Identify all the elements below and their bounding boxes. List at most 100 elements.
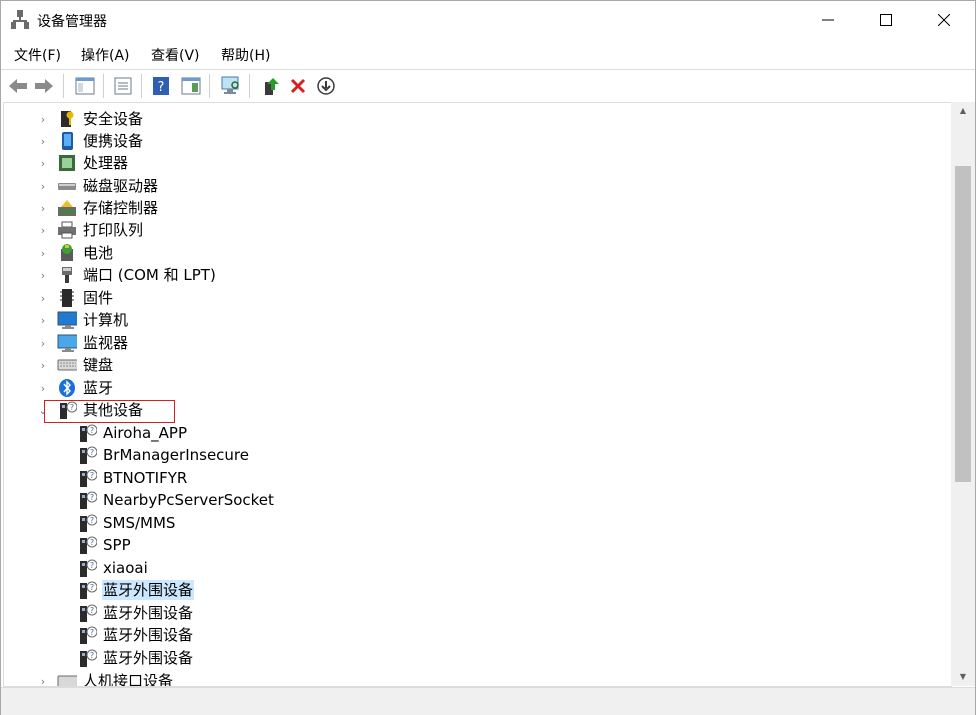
menu-file[interactable]: 文件(F) xyxy=(14,45,61,65)
forward-button[interactable] xyxy=(32,74,56,98)
tree-item-storage-controllers[interactable]: › 存储控制器 xyxy=(37,197,159,219)
tree-item-unknown-device[interactable]: ? BTNOTIFYR xyxy=(77,467,188,489)
tree-item-label: 人机接口设备 xyxy=(83,672,174,687)
chevron-right-icon[interactable]: › xyxy=(37,108,49,130)
show-hide-tree-icon xyxy=(75,77,95,95)
tree-item-label: 蓝牙外围设备 xyxy=(103,604,194,622)
tree-item-keyboards[interactable]: › 键盘 xyxy=(37,354,114,376)
chevron-right-icon[interactable]: › xyxy=(37,670,49,687)
menu-help[interactable]: 帮助(H) xyxy=(221,45,270,65)
menu-view[interactable]: 查看(V) xyxy=(151,45,200,65)
port-icon xyxy=(57,265,77,285)
svg-text:?: ? xyxy=(90,493,94,502)
close-button[interactable] xyxy=(915,1,973,39)
action-pane-icon xyxy=(181,77,201,95)
unknown-device-icon: ? xyxy=(77,580,97,600)
scan-hardware-button[interactable] xyxy=(219,74,243,98)
download-button[interactable] xyxy=(314,74,338,98)
device-manager-window: 设备管理器 文件(F) 操作(A) 查看(V) 帮助(H) ? › 安全设备 ›… xyxy=(0,0,976,715)
properties-button[interactable] xyxy=(111,74,135,98)
chevron-right-icon[interactable]: › xyxy=(37,332,49,354)
bluetooth-icon xyxy=(57,378,77,398)
tree-item-unknown-device[interactable]: ? Airoha_APP xyxy=(77,422,188,444)
scrollbar-thumb[interactable] xyxy=(955,166,971,482)
uninstall-icon xyxy=(290,78,306,94)
tree-item-unknown-device[interactable]: ? BrManagerInsecure xyxy=(77,444,250,466)
maximize-button[interactable] xyxy=(857,1,915,39)
scroll-up-arrow-icon[interactable]: ▲ xyxy=(951,102,975,118)
firmware-icon xyxy=(57,288,77,308)
menu-action[interactable]: 操作(A) xyxy=(81,45,130,65)
menu-bar: 文件(F) 操作(A) 查看(V) 帮助(H) xyxy=(1,41,975,67)
tree-item-computer[interactable]: › 计算机 xyxy=(37,309,129,331)
tree-item-portable-devices[interactable]: › 便携设备 xyxy=(37,130,144,152)
tree-item-print-queues[interactable]: › 打印队列 xyxy=(37,219,144,241)
minimize-button[interactable] xyxy=(799,1,857,39)
tree-item-bluetooth[interactable]: › 蓝牙 xyxy=(37,377,114,399)
tree-item-unknown-device[interactable]: ? SMS/MMS xyxy=(77,512,176,534)
device-manager-app-icon xyxy=(11,10,29,29)
tree-item-label: SMS/MMS xyxy=(103,514,176,532)
tree-item-unknown-device-selected[interactable]: ? 蓝牙外围设备 xyxy=(77,579,195,601)
scroll-down-arrow-icon[interactable]: ▼ xyxy=(951,668,975,684)
chevron-right-icon[interactable]: › xyxy=(37,242,49,264)
maximize-icon xyxy=(880,14,892,26)
tree-item-processors[interactable]: › 处理器 xyxy=(37,152,129,174)
tree-item-label: 蓝牙外围设备 xyxy=(102,580,195,600)
svg-text:?: ? xyxy=(90,516,94,525)
chevron-right-icon[interactable]: › xyxy=(37,175,49,197)
tree-item-disk-drives[interactable]: › 磁盘驱动器 xyxy=(37,175,159,197)
tree-item-label: 键盘 xyxy=(83,356,114,374)
status-bar xyxy=(1,687,975,715)
chevron-right-icon[interactable]: › xyxy=(37,377,49,399)
tree-item-security-devices[interactable]: › 安全设备 xyxy=(37,108,144,130)
tree-item-unknown-device[interactable]: ? xiaoai xyxy=(77,557,149,579)
chevron-right-icon[interactable]: › xyxy=(37,219,49,241)
back-button[interactable] xyxy=(6,74,30,98)
svg-text:?: ? xyxy=(90,583,94,592)
tree-item-label: Airoha_APP xyxy=(103,424,187,442)
tree-item-ports[interactable]: › 端口 (COM 和 LPT) xyxy=(37,264,217,286)
tree-item-monitors[interactable]: › 监视器 xyxy=(37,332,129,354)
help-button[interactable]: ? xyxy=(149,74,173,98)
chevron-right-icon[interactable]: › xyxy=(37,152,49,174)
tree-item-unknown-device[interactable]: ? 蓝牙外围设备 xyxy=(77,602,194,624)
tree-item-firmware[interactable]: › 固件 xyxy=(37,287,114,309)
uninstall-button[interactable] xyxy=(286,74,310,98)
svg-text:?: ? xyxy=(90,448,94,457)
tree-item-label: 固件 xyxy=(83,289,114,307)
update-driver-button[interactable] xyxy=(259,74,283,98)
chevron-right-icon[interactable]: › xyxy=(37,197,49,219)
unknown-device-icon: ? xyxy=(77,625,97,645)
device-tree[interactable]: › 安全设备 › 便携设备 › 处理器 › 磁盘驱动器 › 存储控制器 › 打印… xyxy=(3,102,952,687)
tree-item-unknown-device[interactable]: ? SPP xyxy=(77,534,132,556)
toolbar: ? xyxy=(1,69,975,102)
unknown-device-icon: ? xyxy=(77,648,97,668)
tree-item-label: 端口 (COM 和 LPT) xyxy=(83,266,216,284)
tree-item-unknown-device[interactable]: ? 蓝牙外围设备 xyxy=(77,624,194,646)
action-pane-button[interactable] xyxy=(179,74,203,98)
svg-text:?: ? xyxy=(90,471,94,480)
svg-text:?: ? xyxy=(90,561,94,570)
show-hide-tree-button[interactable] xyxy=(73,74,97,98)
tree-item-unknown-device[interactable]: ? 蓝牙外围设备 xyxy=(77,647,194,669)
vertical-scrollbar[interactable]: ▲ ▼ xyxy=(951,102,975,686)
unknown-device-icon: ? xyxy=(77,490,97,510)
battery-icon xyxy=(57,243,77,263)
chevron-right-icon[interactable]: › xyxy=(37,354,49,376)
chevron-right-icon[interactable]: › xyxy=(37,130,49,152)
tree-item-label: 存储控制器 xyxy=(83,199,159,217)
back-icon xyxy=(9,79,27,93)
disk-drive-icon xyxy=(57,176,77,196)
chevron-right-icon[interactable]: › xyxy=(37,264,49,286)
tree-item-label: 便携设备 xyxy=(83,132,144,150)
chevron-right-icon[interactable]: › xyxy=(37,309,49,331)
tree-item-label: 监视器 xyxy=(83,334,129,352)
help-icon: ? xyxy=(153,77,169,95)
tree-item-unknown-device[interactable]: ? NearbyPcServerSocket xyxy=(77,489,275,511)
chevron-right-icon[interactable]: › xyxy=(37,287,49,309)
tree-item-hid[interactable]: › 人机接口设备 xyxy=(37,670,174,687)
unknown-device-icon: ? xyxy=(77,558,97,578)
tree-item-batteries[interactable]: › 电池 xyxy=(37,242,114,264)
storage-controller-icon xyxy=(57,198,77,218)
